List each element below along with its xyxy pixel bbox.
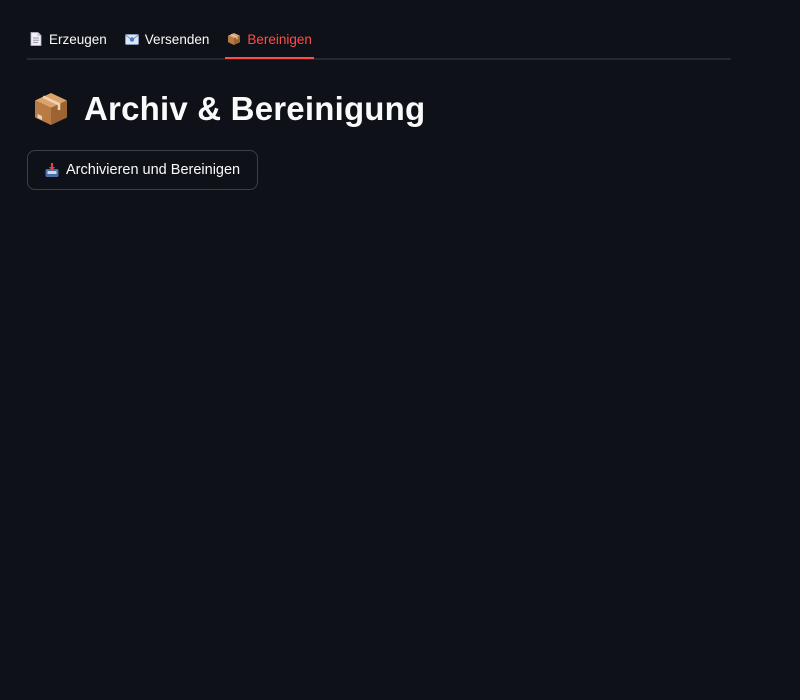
page-header: Archiv & Bereinigung [32, 90, 425, 128]
archive-and-clean-button[interactable]: Archivieren und Bereinigen [27, 150, 258, 190]
app-root: Erzeugen Versenden Bereinigen Archiv & B… [0, 0, 800, 700]
inbox-tray-icon [44, 162, 60, 178]
tab-bereinigen-label: Bereinigen [247, 31, 312, 47]
package-box-icon [32, 90, 70, 128]
archive-and-clean-button-label: Archivieren und Bereinigen [66, 162, 241, 178]
package-box-icon [227, 32, 241, 46]
tab-bar: Erzeugen Versenden Bereinigen [27, 22, 731, 60]
page-facing-up-icon [29, 32, 43, 46]
tab-bereinigen[interactable]: Bereinigen [225, 22, 314, 59]
tab-versenden-label: Versenden [144, 31, 210, 47]
tab-erzeugen-label: Erzeugen [49, 31, 107, 47]
tab-versenden[interactable]: Versenden [123, 22, 212, 56]
email-envelope-icon [124, 32, 139, 46]
tab-erzeugen[interactable]: Erzeugen [27, 22, 109, 56]
page-title: Archiv & Bereinigung [84, 90, 426, 127]
